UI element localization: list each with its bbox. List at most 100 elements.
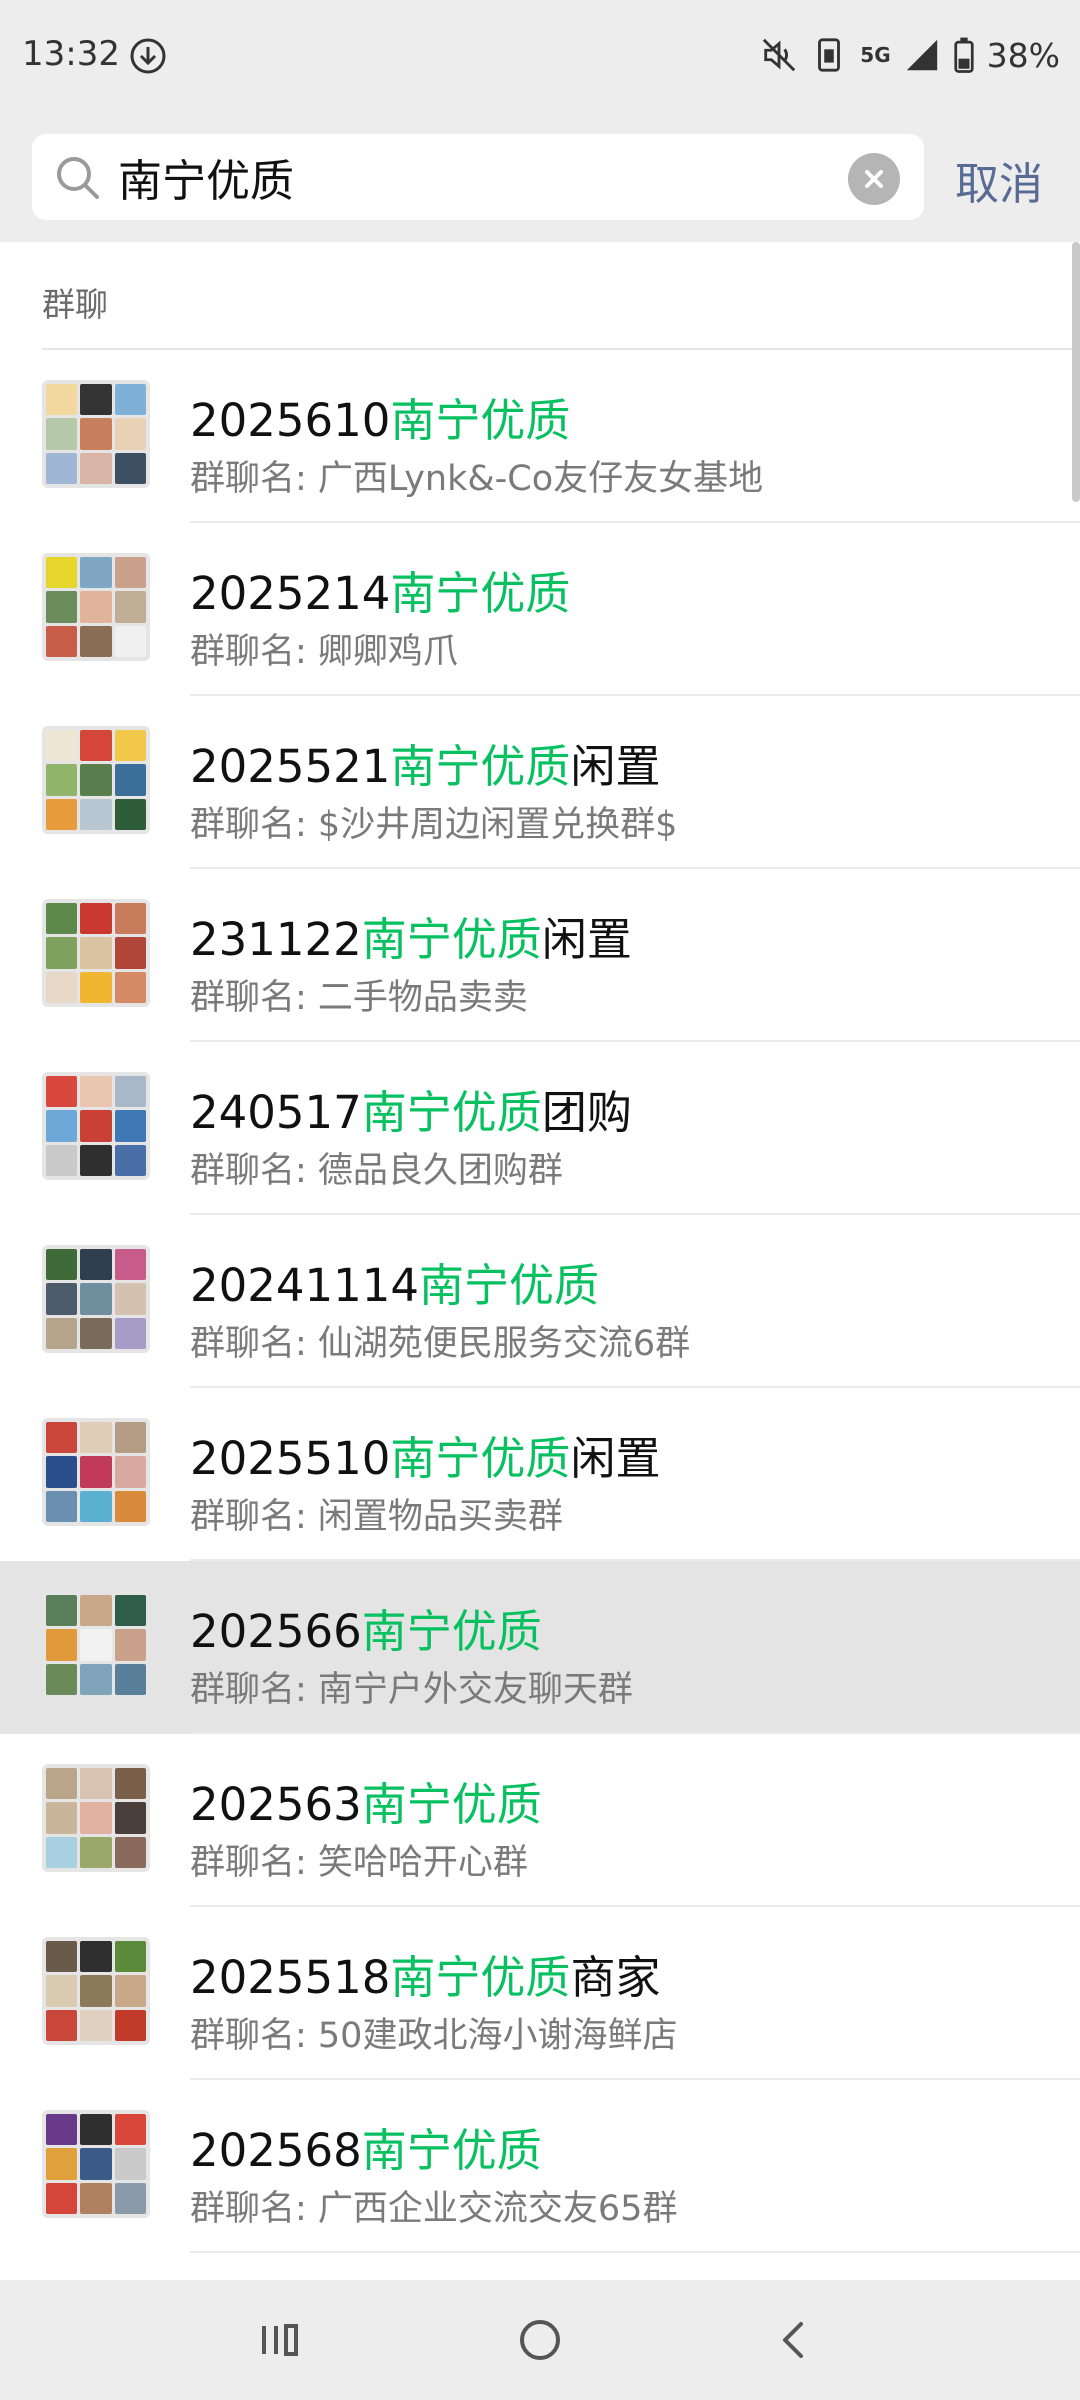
battery-icon <box>954 37 974 73</box>
title-highlight: 南宁优质 <box>361 2124 542 2177</box>
result-title: 2025510南宁优质闲置 <box>190 1422 660 1487</box>
avatar-tile <box>46 1941 78 1973</box>
avatar-tile <box>46 1110 78 1142</box>
recent-apps-icon[interactable] <box>250 2310 310 2370</box>
group-chat-result-row[interactable]: 2025214南宁优质群聊名: 卿卿鸡爪 <box>0 523 1080 696</box>
avatar-tile <box>114 1595 146 1627</box>
avatar-tile <box>114 937 146 969</box>
group-avatar <box>42 1591 150 1699</box>
avatar-tile <box>46 2148 78 2180</box>
battery-percent: 38% <box>986 35 1060 75</box>
avatar-tile <box>114 557 146 589</box>
avatar-tile <box>114 1975 146 2007</box>
result-title: 20241114南宁优质 <box>190 1249 599 1314</box>
title-highlight: 南宁优质 <box>361 1605 542 1658</box>
avatar-tile <box>80 452 112 484</box>
group-avatar <box>42 1418 150 1526</box>
avatar-tile <box>46 1283 78 1315</box>
avatar-tile <box>80 903 112 935</box>
avatar-tile <box>114 452 146 484</box>
clear-search-button[interactable] <box>848 153 900 205</box>
title-highlight: 南宁优质 <box>390 1951 571 2004</box>
avatar-tile <box>46 903 78 935</box>
status-time: 13:32 <box>22 34 120 74</box>
avatar-tile <box>114 1422 146 1454</box>
avatar-tile <box>114 798 146 830</box>
result-title: 240517南宁优质团购 <box>190 1076 632 1141</box>
home-icon[interactable] <box>510 2310 570 2370</box>
avatar-tile <box>80 557 112 589</box>
result-subtitle: 群聊名: 仙湖苑便民服务交流6群 <box>190 1324 691 1364</box>
title-prefix: 2025214 <box>190 567 391 620</box>
avatar-tile <box>80 2114 112 2146</box>
group-avatar <box>42 553 150 661</box>
close-icon <box>865 170 883 188</box>
avatar-tile <box>114 903 146 935</box>
group-chat-result-row[interactable]: 2025521南宁优质闲置群聊名: $沙井周边闲置兑换群$ <box>0 696 1080 869</box>
result-subtitle: 群聊名: 50建政北海小谢海鲜店 <box>190 2016 678 2056</box>
avatar-tile <box>114 2148 146 2180</box>
title-prefix: 231122 <box>190 913 362 966</box>
avatar-tile <box>114 2114 146 2146</box>
title-suffix: 团购 <box>541 1086 632 1139</box>
avatar-tile <box>114 1076 146 1108</box>
result-subtitle: 群聊名: 卿卿鸡爪 <box>190 632 458 672</box>
avatar-tile <box>46 971 78 1003</box>
result-subtitle: 群聊名: $沙井周边闲置兑换群$ <box>190 805 678 845</box>
cancel-button[interactable]: 取消 <box>955 148 1043 212</box>
title-prefix: 2025510 <box>190 1432 391 1485</box>
avatar-tile <box>114 971 146 1003</box>
result-subtitle: 群聊名: 德品良久团购群 <box>190 1151 563 1191</box>
avatar-tile <box>114 764 146 796</box>
avatar-tile <box>114 1941 146 1973</box>
group-chat-result-row[interactable]: 231122南宁优质闲置 群聊名: 二手物品卖卖 <box>0 869 1080 1042</box>
avatar-tile <box>80 1802 112 1834</box>
mute-icon <box>763 38 796 72</box>
avatar-tile <box>46 1317 78 1349</box>
section-header: 群聊 <box>0 242 1080 350</box>
back-icon[interactable] <box>765 2310 825 2370</box>
group-avatar <box>42 1937 150 2045</box>
avatar-tile <box>80 625 112 657</box>
avatar-tile <box>114 2182 146 2214</box>
avatar-tile <box>46 730 78 762</box>
result-title: 2025521南宁优质闲置 <box>190 730 660 795</box>
avatar-tile <box>114 1144 146 1176</box>
title-highlight: 南宁优质 <box>419 1259 600 1312</box>
avatar-tile <box>80 2009 112 2041</box>
network-type: 5G <box>860 43 891 67</box>
group-chat-result-row[interactable]: 202563南宁优质 群聊名: 笑哈哈开心群 <box>0 1734 1080 1907</box>
result-title: 2025214南宁优质 <box>190 557 570 622</box>
group-avatar <box>42 899 150 1007</box>
title-prefix: 2025610 <box>190 394 391 447</box>
avatar-tile <box>46 1144 78 1176</box>
title-highlight: 南宁优质 <box>390 394 571 447</box>
search-box[interactable] <box>32 134 924 220</box>
title-suffix: 闲置 <box>570 740 661 793</box>
group-chat-result-row[interactable]: 2025510南宁优质闲置 群聊名: 闲置物品买卖群 <box>0 1388 1080 1561</box>
avatar-tile <box>80 1941 112 1973</box>
scrollbar[interactable] <box>1072 242 1080 502</box>
group-chat-result-row[interactable]: 202566南宁优质 群聊名: 南宁户外交友聊天群 <box>0 1561 1080 1734</box>
avatar-tile <box>80 730 112 762</box>
group-chat-result-row[interactable]: 240517南宁优质团购群聊名: 德品良久团购群 <box>0 1042 1080 1215</box>
search-input[interactable] <box>118 146 818 208</box>
avatar-tile <box>80 1456 112 1488</box>
avatar-tile <box>114 384 146 416</box>
title-prefix: 202568 <box>190 2124 362 2177</box>
group-chat-result-row[interactable]: 2025518南宁优质商家 群聊名: 50建政北海小谢海鲜店 <box>0 1907 1080 2080</box>
title-highlight: 南宁优质 <box>361 913 542 966</box>
title-highlight: 南宁优质 <box>390 740 571 793</box>
avatar-tile <box>80 1110 112 1142</box>
group-chat-result-row[interactable]: 202568南宁优质 群聊名: 广西企业交流交友65群 <box>0 2080 1080 2253</box>
group-chat-result-row[interactable]: 20241114南宁优质群聊名: 仙湖苑便民服务交流6群 <box>0 1215 1080 1388</box>
avatar-tile <box>80 384 112 416</box>
avatar-tile <box>46 1595 78 1627</box>
group-avatar <box>42 2110 150 2218</box>
avatar-tile <box>46 1975 78 2007</box>
avatar-tile <box>114 591 146 623</box>
avatar-tile <box>114 1663 146 1695</box>
group-chat-result-row[interactable]: 2025610南宁优质 群聊名: 广西Lynk&-Co友仔友女基地 <box>0 350 1080 523</box>
title-highlight: 南宁优质 <box>361 1086 542 1139</box>
avatar-tile <box>114 1456 146 1488</box>
